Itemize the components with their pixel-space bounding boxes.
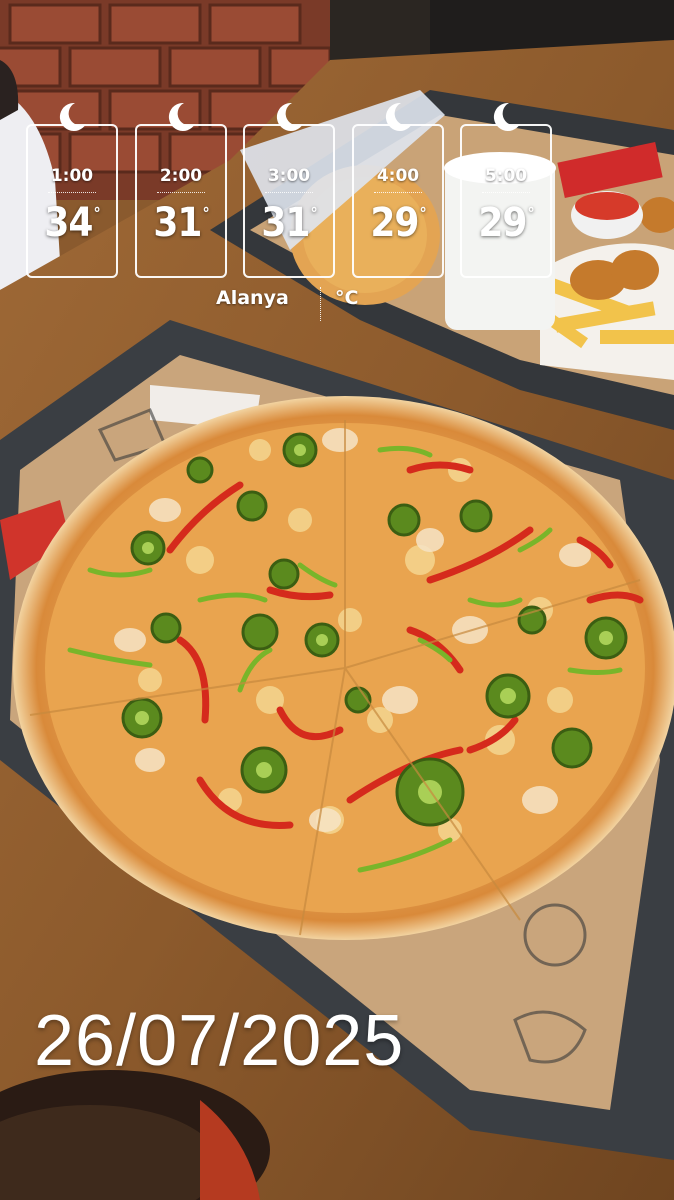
hour-temperature: 31° — [261, 200, 317, 246]
hour-time: 1:00 — [50, 166, 94, 186]
hour-temperature: 34° — [44, 200, 100, 246]
pizza — [13, 396, 674, 940]
hour-divider — [482, 192, 530, 193]
hour-card: 5:00 29° — [460, 102, 552, 278]
crescent-moon-icon — [276, 102, 303, 131]
hour-divider — [374, 192, 422, 193]
hour-temperature: 31° — [153, 200, 209, 246]
hour-card: 2:00 31° — [135, 102, 227, 278]
city-name: Alanya — [216, 287, 289, 309]
city-unit-divider — [320, 287, 321, 321]
hour-temperature: 29° — [370, 200, 426, 246]
hour-time: 2:00 — [159, 166, 203, 186]
hour-time: 3:00 — [267, 166, 311, 186]
crescent-moon-icon — [59, 102, 86, 131]
crescent-moon-icon — [385, 102, 412, 131]
hour-divider — [157, 192, 205, 193]
date-stamp: 26/07/2025 — [34, 1001, 405, 1081]
weather-widget: 1:00 34° 2:00 31° 3:00 31° 4:00 29° 5:00… — [0, 0, 674, 330]
hour-temperature: 29° — [478, 200, 534, 246]
hour-time: 5:00 — [484, 166, 528, 186]
hour-card: 1:00 34° — [26, 102, 118, 278]
hour-divider — [265, 192, 313, 193]
crescent-moon-icon — [168, 102, 195, 131]
crescent-moon-icon — [493, 102, 520, 131]
temperature-unit: °C — [335, 287, 359, 309]
hour-divider — [48, 192, 96, 193]
hour-time: 4:00 — [376, 166, 420, 186]
hour-card: 3:00 31° — [243, 102, 335, 278]
hour-card: 4:00 29° — [352, 102, 444, 278]
